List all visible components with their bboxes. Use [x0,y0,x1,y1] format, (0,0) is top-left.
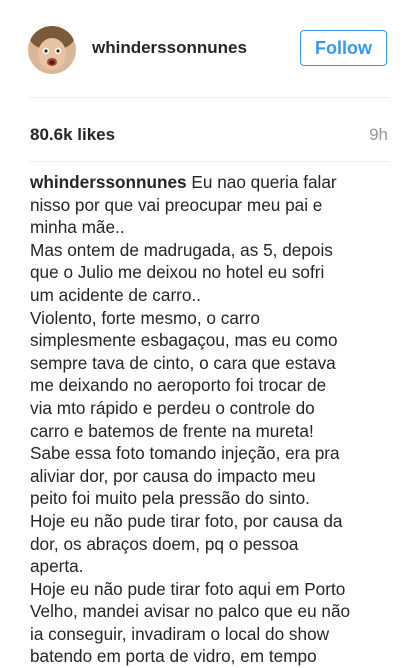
caption-line: me deixando no aeroporto foi trocar de [30,375,327,396]
caption-line: aperta. [30,556,84,577]
caption-line: whinderssonnunes Eu nao queria falar [30,171,398,194]
divider [28,97,390,98]
caption-line: peito foi muito pela pressão do sinto. [30,488,310,509]
caption-line: Velho, mandei avisar no palco que eu não [30,601,351,622]
divider [28,161,390,162]
caption-username[interactable]: whinderssonnunes [30,172,187,192]
caption-line: batendo em porta de vidro, em tempo [30,646,317,667]
username-link[interactable]: whinderssonnunes [92,38,247,58]
caption-line: carro e batemos de frente na mureta! [30,420,314,441]
likes-count[interactable]: 80.6k likes [30,125,115,145]
caption: whinderssonnunes Eu nao queria falar nis… [30,171,398,668]
caption-line: minha mãe.. [30,217,125,238]
caption-line: dor, os abraços doem, pq o pessoa [30,533,299,554]
caption-line: sempre tava de cinto, o cara que estava [30,352,336,373]
avatar[interactable] [28,26,76,74]
caption-line: Mas ontem de madrugada, as 5, depois [30,239,333,260]
caption-line: que o Julio me deixou no hotel eu sofri [30,262,325,283]
caption-line: simplesmente esbagaçou, mas eu como [30,330,338,351]
caption-line: Violento, forte mesmo, o carro [30,307,260,328]
caption-text: Eu nao queria falar [191,172,337,192]
caption-line: via mto rápido e perdeu o controle do [30,397,315,418]
caption-line: ia conseguir, invadiram o local do show [30,623,330,644]
caption-line: um acidente de carro.. [30,284,202,305]
caption-line: aliviar dor, por causa do impacto meu [30,465,316,486]
caption-line: Hoje eu não pude tirar foto, por causa d… [30,510,343,531]
post-time[interactable]: 9h [369,125,388,145]
caption-line: Hoje eu não pude tirar foto aqui em Port… [30,578,346,599]
avatar-image [28,26,76,74]
caption-line: Sabe essa foto tomando injeção, era pra [30,443,340,464]
follow-button[interactable]: Follow [300,30,387,66]
post-header: whinderssonnunes Follow [0,0,406,97]
caption-line: nisso por que vai preocupar meu pai e [30,194,323,215]
